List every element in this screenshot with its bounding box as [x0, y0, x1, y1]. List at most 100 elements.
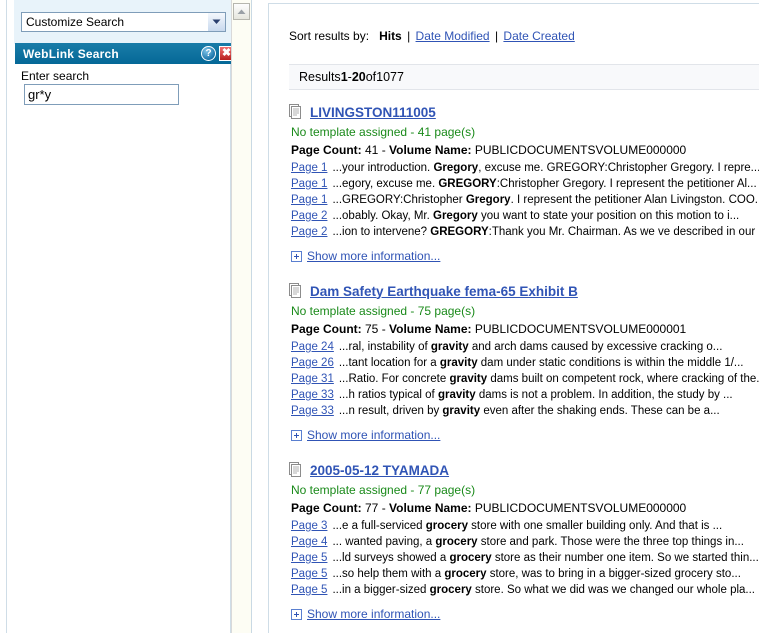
snippet-highlight: gravity: [449, 373, 488, 385]
result-snippet-row: Page 26 ...tant location for a gravity da…: [291, 355, 759, 371]
result-title-link[interactable]: 2005-05-12 TYAMADA: [310, 463, 449, 478]
result-template-status: No template assigned - 77 page(s): [291, 483, 476, 497]
snippet-page-link[interactable]: Page 5: [291, 582, 327, 598]
snippet-text: ...GREGORY:Christopher Gregory. I repres…: [332, 192, 759, 208]
snippet-text: ...Ratio. For concrete gravity dams buil…: [339, 371, 759, 387]
show-more-information-row[interactable]: Show more information...: [291, 607, 759, 621]
show-more-information-row[interactable]: Show more information...: [291, 428, 759, 442]
results-prefix: Results: [299, 70, 341, 84]
customize-search-value: Customize Search: [26, 15, 125, 29]
snippet-page-link[interactable]: Page 3: [291, 518, 327, 534]
snippet-pre: ...ion to intervene?: [332, 226, 431, 238]
scroll-up-button[interactable]: [233, 3, 250, 20]
results-count-bar: Results 1 - 20 of 1077: [289, 64, 759, 90]
customize-search-select[interactable]: Customize Search: [21, 12, 226, 32]
show-more-information-link[interactable]: Show more information...: [307, 607, 440, 621]
snippet-page-link[interactable]: Page 5: [291, 566, 327, 582]
page-count-value: 77 -: [361, 501, 390, 515]
snippet-page-link[interactable]: Page 33: [291, 403, 334, 419]
plus-icon[interactable]: [291, 608, 302, 620]
snippet-text: ...ld surveys showed a grocery store as …: [332, 550, 758, 566]
snippet-page-link[interactable]: Page 2: [291, 224, 327, 240]
show-more-information-link[interactable]: Show more information...: [307, 428, 440, 442]
search-field-label: Enter search: [21, 69, 90, 83]
page-count-value: 75 -: [361, 322, 390, 336]
page-count-value: 41 -: [361, 143, 390, 157]
weblink-search-app: Customize Search WebLink Search ? ✖ Ente…: [0, 0, 759, 633]
sort-separator-1: |: [407, 29, 411, 43]
snippet-page-link[interactable]: Page 1: [291, 176, 327, 192]
result-title-row: LIVINGSTON111005: [289, 102, 759, 122]
show-more-information-link[interactable]: Show more information...: [307, 249, 440, 263]
plus-icon[interactable]: [291, 429, 302, 441]
snippet-pre: ...ld surveys showed a: [332, 552, 450, 564]
snippet-pre: ... wanted paving, a: [332, 536, 436, 548]
snippet-page-link[interactable]: Page 26: [291, 355, 334, 371]
volume-name-label: Volume Name:: [389, 322, 472, 336]
snippet-highlight: gravity: [439, 357, 478, 369]
left-panel-scrollbar[interactable]: [231, 0, 251, 633]
result-snippet-row: Page 5 ...in a bigger-sized grocery store…: [291, 582, 759, 598]
snippet-page-link[interactable]: Page 33: [291, 387, 334, 403]
snippet-page-link[interactable]: Page 1: [291, 160, 327, 176]
sort-option-date-modified[interactable]: Date Modified: [416, 29, 490, 43]
result-metadata-line: Page Count: 77 - Volume Name: PUBLICDOCU…: [291, 501, 759, 515]
result-title-link[interactable]: LIVINGSTON111005: [310, 105, 436, 120]
result-title-row: 2005-05-12 TYAMADA: [289, 460, 759, 480]
sort-option-hits[interactable]: Hits: [379, 29, 402, 43]
snippet-text: ...so help them with a grocery store, wa…: [332, 566, 740, 582]
search-input[interactable]: [24, 84, 179, 105]
snippet-pre: ...tant location for a: [338, 357, 440, 369]
results-total: 1077: [376, 70, 404, 84]
snippet-post: :Thank you Mr. Chairman. As we ve descri…: [488, 226, 759, 238]
result-snippet-row: Page 2 ...obably. Okay, Mr. Gregory you w…: [291, 208, 759, 224]
snippet-text: ...tant location for a gravity dam under…: [339, 355, 744, 371]
snippet-page-link[interactable]: Page 5: [291, 550, 327, 566]
result-title-link[interactable]: Dam Safety Earthquake fema-65 Exhibit B: [310, 284, 578, 299]
show-more-information-row[interactable]: Show more information...: [291, 249, 759, 263]
sort-option-date-created[interactable]: Date Created: [503, 29, 574, 43]
snippet-post: dams is not a problem. In addition, the …: [475, 389, 733, 401]
volume-name-value: PUBLICDOCUMENTSVOLUME000000: [471, 143, 687, 157]
left-search-panel: Customize Search WebLink Search ? ✖ Ente…: [0, 0, 252, 633]
search-result-item: LIVINGSTON111005 No template assigned - 4…: [289, 102, 759, 263]
snippet-page-link[interactable]: Page 24: [291, 339, 334, 355]
snippet-highlight: grocery: [449, 552, 492, 564]
help-icon[interactable]: ?: [201, 46, 216, 61]
results-panel: Sort results by: Hits | Date Modified | …: [268, 3, 759, 633]
result-template-status: No template assigned - 41 page(s): [291, 125, 476, 139]
snippet-pre: ...h ratios typical of: [338, 389, 438, 401]
chevron-up-icon: [237, 9, 246, 14]
result-snippet-row: Page 1 ...egory, excuse me. GREGORY:Chris…: [291, 176, 759, 192]
snippet-pre: ...ral, instability of: [338, 341, 431, 353]
snippet-text: ... wanted paving, a grocery store and p…: [332, 534, 743, 550]
volume-name-label: Volume Name:: [389, 501, 472, 515]
result-metadata-line: Page Count: 41 - Volume Name: PUBLICDOCU…: [291, 143, 759, 157]
result-snippet-row: Page 33 ...h ratios typical of gravity da…: [291, 387, 759, 403]
snippet-highlight: grocery: [444, 568, 487, 580]
snippet-page-link[interactable]: Page 2: [291, 208, 327, 224]
snippet-highlight: Gregory: [465, 194, 511, 206]
result-snippet-row: Page 1 ...your introduction. Gregory, exc…: [291, 160, 759, 176]
result-snippet-row: Page 4 ... wanted paving, a grocery store…: [291, 534, 759, 550]
result-template-status: No template assigned - 75 page(s): [291, 304, 476, 318]
snippet-post: even after the shaking ends. These can b…: [480, 405, 720, 417]
snippet-highlight: grocery: [435, 536, 478, 548]
result-snippet-row: Page 5 ...ld surveys showed a grocery sto…: [291, 550, 759, 566]
snippet-post: and arch dams caused by excessive cracki…: [468, 341, 723, 353]
snippet-text: ...egory, excuse me. GREGORY:Christopher…: [332, 176, 756, 192]
snippet-pre: ...so help them with a: [332, 568, 445, 580]
search-result-item: 2005-05-12 TYAMADA No template assigned -…: [289, 460, 759, 621]
result-snippet-row: Page 2 ...ion to intervene? GREGORY:Thank…: [291, 224, 759, 240]
chevron-down-icon[interactable]: [207, 13, 225, 31]
snippet-post: you want to state your position on this …: [477, 210, 740, 222]
snippet-post: . I represent the petitioner Alan Living…: [510, 194, 759, 206]
snippet-page-link[interactable]: Page 31: [291, 371, 334, 387]
snippet-pre: ...e a full-serviced: [332, 520, 426, 532]
snippet-page-link[interactable]: Page 4: [291, 534, 327, 550]
snippet-text: ...h ratios typical of gravity dams is n…: [339, 387, 733, 403]
search-result-item: Dam Safety Earthquake fema-65 Exhibit B N…: [289, 281, 759, 442]
snippet-page-link[interactable]: Page 1: [291, 192, 327, 208]
plus-icon[interactable]: [291, 250, 302, 262]
snippet-post: store with one smaller building only. An…: [467, 520, 723, 532]
